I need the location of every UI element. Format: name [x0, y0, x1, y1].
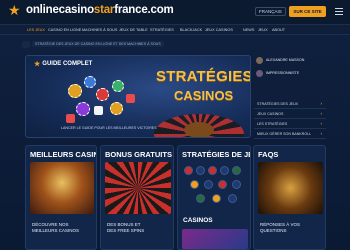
chip-icon [112, 80, 124, 92]
sidebar-link[interactable]: STRATÉGIES DES JEUX › [254, 99, 326, 109]
author-card[interactable]: IMPRESSIONNISTE [254, 68, 326, 79]
trophy-icon[interactable] [212, 194, 221, 203]
card-subtitle: CASINOS [183, 217, 213, 224]
hero-caption: LANCER LE GUIDE POUR LES MEILLEURES VICT… [61, 126, 157, 130]
sidebar-link-label: JEUX CASINOS [257, 112, 284, 116]
slot-machine-image [258, 162, 323, 214]
site-logo[interactable]: ★ onlinecasinostarfrance.com [8, 3, 174, 17]
casino-thumbnail [182, 229, 248, 249]
chip-icon [96, 88, 109, 101]
nav-item[interactable]: JEUX DE TABLE [119, 28, 148, 32]
roulette-center [184, 122, 214, 137]
card-free-bonus[interactable]: BONUS GRATUITS DES BONUS ET DES FREE SPIN… [100, 145, 174, 250]
slot-icon[interactable] [232, 166, 241, 175]
coin-icon[interactable] [190, 180, 199, 189]
main-nav: LES JEUX CASINO EN LIGNE MACHINES À SOUS… [0, 24, 350, 35]
language-select[interactable]: FRANÇAIS [255, 7, 286, 16]
club-icon[interactable] [232, 180, 241, 189]
roulette-image [105, 162, 171, 214]
star-icon: ★ [8, 2, 21, 18]
sidebar-link[interactable]: MIEUX GÉRER SON BANKROLL › [254, 129, 326, 139]
author-name: ALEXANDRE MASSON [266, 58, 305, 62]
table-icon[interactable] [196, 194, 205, 203]
card-faqs[interactable]: FAQS RÉPONSES À VOS QUESTIONS [253, 145, 326, 250]
chip-icon [110, 102, 123, 115]
hero-subtitle: CASINOS [174, 88, 234, 103]
casino-chips-illustration [66, 74, 146, 124]
card-title: MEILLEURS CASINOS [30, 150, 96, 159]
sidebar-link[interactable]: JEUX CASINOS › [254, 109, 326, 119]
nav-item[interactable]: NEWS [243, 28, 254, 32]
avatar [256, 57, 263, 64]
dice-icon [66, 114, 75, 123]
heart-icon[interactable] [218, 180, 227, 189]
dice-icon [94, 106, 103, 115]
chevron-right-icon: › [320, 121, 323, 126]
dice-icon[interactable] [220, 166, 229, 175]
sidebar-link[interactable]: LES STRATÉGIES › [254, 119, 326, 129]
hero-banner[interactable]: ★ GUIDE COMPLET STRATÉGIES CASINOS LANCER… [25, 55, 251, 138]
sidebar: ALEXANDRE MASSON IMPRESSIONNISTE STRATÉG… [254, 55, 326, 147]
chip-icon [76, 102, 90, 116]
logo-text: onlinecasinostarfrance.com [26, 4, 174, 16]
author-card[interactable]: ALEXANDRE MASSON [254, 55, 326, 66]
nav-item[interactable]: ABOUT [272, 28, 285, 32]
chevron-right-icon: › [320, 101, 323, 106]
card-title: BONUS GRATUITS [105, 150, 172, 159]
author-name: IMPRESSIONNISTE [266, 71, 300, 75]
hero-title: STRATÉGIES [156, 68, 251, 85]
breadcrumb: STRATÉGIE DES JEUX DE CASINO EN LIGNE ET… [22, 40, 166, 48]
sidebar-link-label: MIEUX GÉRER SON BANKROLL [257, 132, 312, 136]
card-text: DES BONUS ET DES FREE SPINS [107, 222, 145, 233]
nav-item[interactable]: BLACKJACK [180, 28, 202, 32]
chevron-right-icon: › [320, 111, 323, 116]
nav-item[interactable]: JEUX [258, 28, 268, 32]
nav-item[interactable]: JEUX CASINOS [205, 28, 233, 32]
cta-button[interactable]: SUR CE SITE [289, 6, 326, 17]
cards-icon[interactable] [196, 166, 205, 175]
sidebar-link-label: STRATÉGIES DES JEUX [257, 102, 299, 106]
card-strategies[interactable]: STRATÉGIES DE JEU CASINOS [177, 145, 251, 250]
card-title: STRATÉGIES DE JEU [182, 150, 251, 159]
chip-icon [68, 84, 82, 98]
chip-icon [84, 76, 96, 88]
home-icon[interactable] [22, 40, 30, 48]
nav-item[interactable]: CASINO EN LIGNE [48, 28, 81, 32]
card-title: FAQS [258, 150, 279, 159]
card-text: DÉCOUVRE NOS MEILLEURS CASINOS [32, 222, 80, 233]
avatar [256, 70, 263, 77]
chip-icon[interactable] [208, 166, 217, 175]
nav-item[interactable]: MACHINES À SOUS [82, 28, 117, 32]
page: ★ onlinecasinostarfrance.com FRANÇAIS SU… [0, 0, 350, 250]
nav-item[interactable]: STRATÉGIES [150, 28, 174, 32]
casino-image [30, 162, 94, 214]
hero-label: ★ GUIDE COMPLET [34, 61, 93, 68]
card-best-casinos[interactable]: MEILLEURS CASINOS DÉCOUVRE NOSMEILLEURS … [25, 145, 97, 250]
star-icon: ★ [34, 61, 41, 68]
header: ★ onlinecasinostarfrance.com FRANÇAIS SU… [0, 0, 350, 24]
dice-icon [126, 94, 135, 103]
roulette-icon[interactable] [184, 166, 193, 175]
spade-icon[interactable] [204, 180, 213, 189]
breadcrumb-item[interactable]: STRATÉGIE DES JEUX DE CASINO EN LIGNE ET… [32, 41, 164, 47]
menu-icon[interactable] [335, 8, 343, 16]
chevron-right-icon: › [320, 131, 323, 136]
sidebar-link-label: LES STRATÉGIES [257, 122, 288, 126]
nav-item[interactable]: LES JEUX [27, 28, 45, 32]
diamond-icon[interactable] [228, 194, 237, 203]
card-text: RÉPONSES À VOS QUESTIONS [260, 222, 301, 233]
